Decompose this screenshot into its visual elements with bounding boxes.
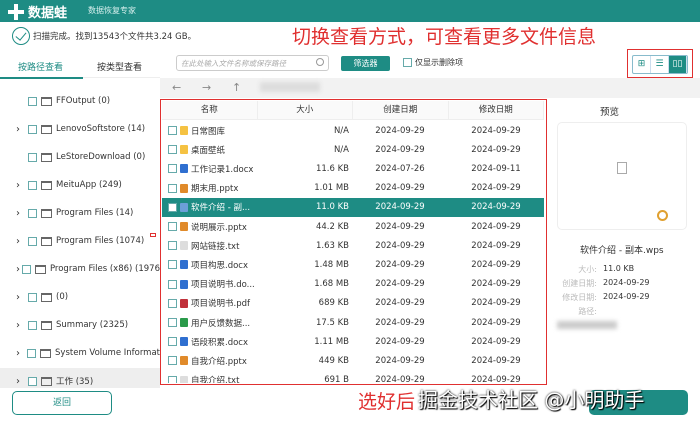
annotation-box-views (627, 49, 693, 78)
sidebar-item[interactable]: › (0) (0, 284, 160, 310)
document-icon (617, 162, 627, 174)
sidebar-item-label: System Volume Informat (55, 348, 160, 358)
checkbox[interactable] (28, 180, 37, 190)
folder-icon (41, 152, 52, 162)
modified-value: 2024-09-29 (603, 292, 650, 301)
search-placeholder: 在此处输入文件名称或保存路径 (181, 59, 286, 68)
chevron-right-icon[interactable]: › (16, 236, 28, 247)
sidebar-item[interactable]: › Summary (2325) (0, 312, 160, 338)
sidebar-item-label: LenovoSoftstore (14) (56, 124, 146, 134)
back-button[interactable]: 返回 (12, 391, 112, 415)
size-label: 大小: (578, 265, 597, 274)
deleted-only-checkbox[interactable]: 仅显示删除项 (403, 57, 463, 68)
sidebar-item[interactable]: FFOutput (0) (0, 88, 160, 114)
filter-button[interactable]: 筛选器 (341, 56, 390, 71)
sidebar-item[interactable]: › 工作 (35) (0, 368, 160, 388)
folder-icon (40, 348, 52, 358)
created-label: 创建日期: (562, 279, 597, 288)
sidebar-item-label: LeStoreDownload (0) (56, 152, 146, 162)
sidebar-item[interactable]: › System Volume Informat (0, 340, 160, 366)
preview-modified: 修改日期: 2024-09-29 (555, 292, 650, 303)
deleted-only-label: 仅显示删除项 (415, 58, 463, 67)
marker-icon (150, 233, 156, 237)
zoom-icon[interactable] (657, 210, 668, 221)
status-text: 扫描完成。找到13543个文件共3.24 GB。 (33, 32, 197, 42)
checkbox[interactable] (28, 152, 37, 162)
folder-icon (41, 236, 52, 246)
scan-status: 扫描完成。找到13543个文件共3.24 GB。 (12, 26, 196, 46)
folder-icon (34, 264, 46, 274)
sidebar-item-label: 工作 (35) (56, 377, 94, 387)
sidebar-item-label: FFOutput (0) (56, 96, 111, 106)
preview-title: 预览 (600, 107, 620, 118)
search-input[interactable]: 在此处输入文件名称或保存路径 (176, 55, 329, 71)
checkbox[interactable] (28, 292, 37, 302)
sidebar-item[interactable]: LeStoreDownload (0) (0, 144, 160, 170)
folder-icon (41, 320, 52, 330)
preview-size: 大小: 11.0 KB (555, 264, 634, 275)
view-tabs: 按路径查看 按类型查看 (0, 52, 160, 79)
checkbox[interactable] (28, 320, 37, 330)
folder-tree: FFOutput (0) › LenovoSoftstore (14) LeStore… (0, 88, 160, 388)
folder-icon (41, 96, 52, 106)
breadcrumb (260, 82, 320, 92)
chevron-right-icon[interactable]: › (16, 208, 28, 219)
preview-path: 路径: (555, 306, 603, 317)
folder-icon (41, 292, 52, 302)
checkbox[interactable] (403, 58, 412, 67)
sidebar-item[interactable]: › Program Files (x86) (1976 (0, 256, 160, 282)
sidebar-item-label: Program Files (1074) (56, 236, 145, 246)
chevron-right-icon[interactable]: › (16, 180, 28, 191)
navigation-bar: ← → ↑ (160, 78, 700, 98)
annotation-bottom: 选好后 (358, 391, 416, 413)
sidebar-item-label: MeituApp (249) (56, 180, 122, 190)
checkbox[interactable] (28, 236, 37, 246)
back-arrow-icon[interactable]: ← (172, 81, 181, 94)
tab-by-type[interactable]: 按类型查看 (97, 60, 142, 73)
created-value: 2024-09-29 (603, 278, 650, 287)
folder-icon (41, 124, 52, 134)
checkbox[interactable] (28, 208, 37, 218)
up-arrow-icon[interactable]: ↑ (232, 81, 241, 94)
checkbox[interactable] (28, 96, 37, 106)
checkbox[interactable] (21, 264, 31, 274)
chevron-right-icon[interactable]: › (16, 320, 28, 331)
sidebar-item-label: Program Files (14) (56, 208, 134, 218)
sidebar-item-label: Summary (2325) (56, 320, 129, 330)
app-subtitle: 数据恢复专家 (88, 6, 136, 15)
app-logo: 数据蛙 (8, 2, 67, 21)
watermark: 掘金技术社区 @小明助手 (418, 388, 645, 412)
sidebar-item[interactable]: › Program Files (1074) (0, 228, 160, 254)
sidebar-item[interactable]: › MeituApp (249) (0, 172, 160, 198)
preview-filename: 软件介绍 - 副本.wps (580, 246, 664, 256)
size-value: 11.0 KB (603, 264, 635, 273)
title-bar: 数据蛙 数据恢复专家 (0, 0, 700, 22)
sidebar-item-label: (0) (56, 292, 69, 302)
folder-icon (41, 376, 52, 386)
sidebar-item[interactable]: › Program Files (14) (0, 200, 160, 226)
tab-by-path[interactable]: 按路径查看 (0, 60, 84, 79)
sidebar-item[interactable]: › LenovoSoftstore (14) (0, 116, 160, 142)
folder-icon (41, 208, 52, 218)
chevron-right-icon[interactable]: › (16, 376, 28, 387)
preview-created: 创建日期: 2024-09-29 (555, 278, 650, 289)
search-icon[interactable] (316, 58, 324, 66)
chevron-right-icon[interactable]: › (16, 124, 28, 135)
logo-icon (8, 4, 24, 20)
check-circle-icon (12, 27, 30, 45)
forward-arrow-icon[interactable]: → (202, 81, 211, 94)
path-value (557, 321, 617, 329)
sidebar-item-label: Program Files (x86) (1976 (49, 264, 160, 274)
path-label: 路径: (578, 307, 597, 316)
folder-icon (41, 180, 52, 190)
annotation-box-table (160, 99, 547, 385)
app-name: 数据蛙 (28, 6, 68, 21)
checkbox[interactable] (28, 124, 37, 134)
chevron-right-icon[interactable]: › (16, 292, 28, 303)
annotation-top: 切换查看方式，可查看更多文件信息 (292, 26, 597, 48)
checkbox[interactable] (28, 376, 37, 386)
modified-label: 修改日期: (562, 293, 597, 302)
checkbox[interactable] (27, 348, 37, 358)
chevron-right-icon[interactable]: › (16, 348, 27, 359)
